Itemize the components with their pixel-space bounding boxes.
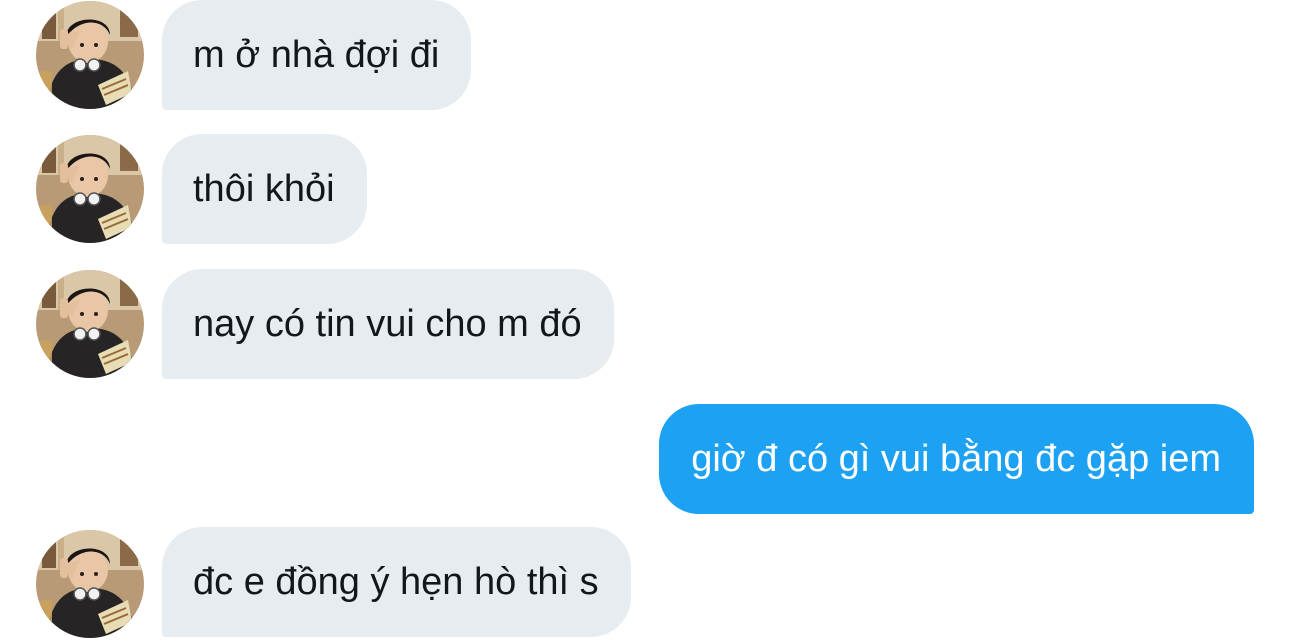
message-text: nay có tin vui cho m đó: [193, 302, 582, 345]
outgoing-message-bubble[interactable]: giờ đ có gì vui bằng đc gặp iem: [659, 404, 1254, 514]
user-avatar-icon[interactable]: [36, 135, 144, 243]
chat-thread: m ở nhà đợi đi thôi khỏi nay có tin vui …: [0, 0, 1290, 643]
user-avatar-icon[interactable]: [36, 1, 144, 109]
user-avatar-icon[interactable]: [36, 530, 144, 638]
user-avatar-icon[interactable]: [36, 270, 144, 378]
message-text: đc e đồng ý hẹn hò thì s: [193, 560, 599, 603]
incoming-message-bubble[interactable]: thôi khỏi: [162, 134, 367, 244]
message-text: giờ đ có gì vui bằng đc gặp iem: [691, 437, 1221, 480]
incoming-message-bubble[interactable]: đc e đồng ý hẹn hò thì s: [162, 527, 631, 637]
message-text: thôi khỏi: [193, 167, 335, 210]
incoming-message-bubble[interactable]: m ở nhà đợi đi: [162, 0, 472, 110]
message-text: m ở nhà đợi đi: [193, 33, 440, 76]
incoming-message-bubble[interactable]: nay có tin vui cho m đó: [162, 269, 614, 379]
